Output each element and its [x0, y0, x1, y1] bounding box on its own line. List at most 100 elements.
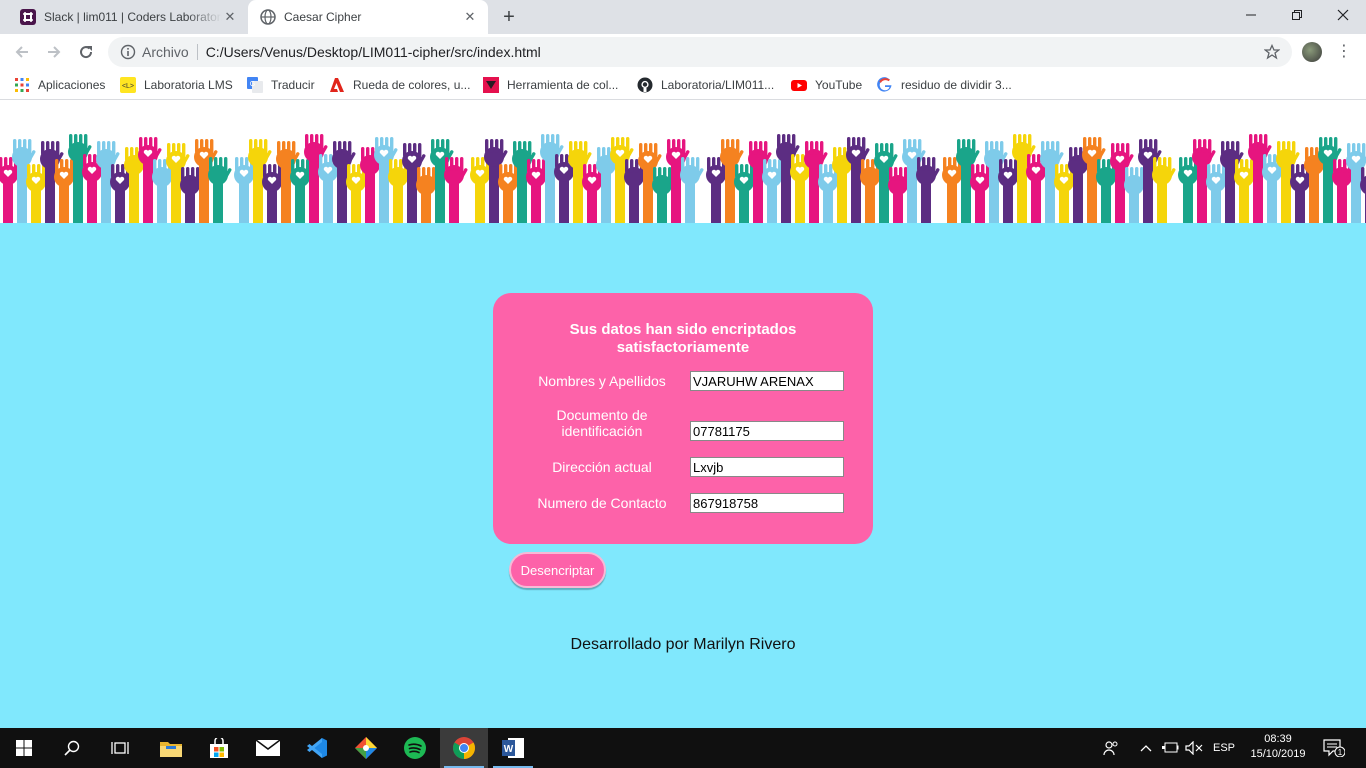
bookmark-label: Rueda de colores, u...	[353, 78, 471, 92]
hand-shape	[916, 157, 940, 223]
clock-time: 08:39	[1264, 733, 1292, 745]
apps-grid-icon	[15, 78, 29, 92]
globe-icon	[260, 9, 276, 25]
bookmark-rueda-colores[interactable]: Rueda de colores, u...	[329, 76, 470, 94]
raised-hands-banner	[0, 101, 1366, 223]
word-icon: W	[502, 738, 524, 758]
laboratoria-icon: <L>	[120, 77, 136, 93]
info-icon[interactable]	[120, 44, 136, 60]
git-icon	[355, 737, 377, 759]
bookmark-github[interactable]: Laboratoria/LIM011...	[637, 76, 774, 94]
bookmark-traducir[interactable]: G Traducir	[247, 76, 315, 94]
google-translate-icon: G	[247, 77, 263, 93]
bookmark-label: Herramienta de col...	[507, 78, 619, 92]
close-window-button[interactable]	[1320, 0, 1366, 30]
task-view-button[interactable]	[96, 728, 144, 768]
url-text[interactable]: C:/Users/Venus/Desktop/LIM011-cipher/src…	[206, 44, 541, 60]
notification-icon: 1	[1323, 739, 1345, 757]
documento-field[interactable]	[690, 421, 844, 441]
power-button[interactable]	[1158, 728, 1182, 768]
hand-shape	[1152, 157, 1176, 223]
word-app[interactable]: W	[489, 728, 537, 768]
bookmark-label: Laboratoria LMS	[144, 78, 233, 92]
action-center-button[interactable]: 1	[1318, 728, 1350, 768]
color-tool-icon	[483, 77, 499, 93]
bookmark-label: YouTube	[815, 78, 863, 92]
chrome-app[interactable]	[440, 728, 488, 768]
browser-toolbar: Archivo C:/Users/Venus/Desktop/LIM011-ci…	[0, 34, 1366, 70]
encrypted-result-card: Sus datos han sido encriptados satisfact…	[493, 293, 873, 544]
reload-icon	[80, 46, 93, 59]
file-explorer-icon	[160, 742, 182, 757]
people-icon	[1103, 741, 1118, 756]
github-icon	[637, 77, 653, 93]
people-button[interactable]	[1098, 728, 1124, 768]
bookmark-label: Aplicaciones	[38, 78, 106, 92]
bookmark-youtube[interactable]: YouTube	[791, 76, 862, 94]
mail-app[interactable]	[244, 728, 292, 768]
decrypt-button[interactable]: Desencriptar	[509, 552, 606, 588]
close-icon	[1337, 9, 1349, 21]
new-tab-button[interactable]: +	[498, 6, 520, 28]
field-label-direccion: Dirección actual	[552, 459, 652, 475]
show-hidden-icons-button[interactable]	[1136, 728, 1156, 768]
windows-taskbar: W ESP 08:39 15/10/2019 1	[0, 728, 1366, 768]
contacto-field[interactable]	[690, 493, 844, 513]
page-content: Sus datos han sido encriptados satisfact…	[0, 101, 1366, 728]
tab-slack[interactable]: Slack | lim011 | Coders Laboratoria ✕	[8, 0, 248, 34]
bookmark-herramienta[interactable]: Herramienta de col...	[483, 76, 618, 94]
volume-muted-icon	[1185, 741, 1203, 755]
windows-logo-icon	[16, 740, 32, 756]
field-label-contacto: Numero de Contacto	[537, 495, 667, 511]
minimize-button[interactable]	[1228, 0, 1274, 30]
chevron-up-icon	[1140, 745, 1152, 752]
tab-strip: Slack | lim011 | Coders Laboratoria ✕ Ca…	[0, 0, 1366, 34]
field-label-nombres: Nombres y Apellidos	[538, 373, 666, 389]
clock-date: 15/10/2019	[1250, 748, 1306, 760]
task-view-icon	[111, 742, 129, 754]
direccion-field[interactable]	[690, 457, 844, 477]
tab-title: Caesar Cipher	[284, 10, 362, 24]
git-app[interactable]	[342, 728, 390, 768]
clock[interactable]: 08:39 15/10/2019	[1244, 732, 1312, 762]
start-button[interactable]	[0, 728, 48, 768]
bookmark-apps[interactable]: Aplicaciones	[14, 76, 105, 94]
youtube-icon	[791, 80, 807, 91]
card-title: Sus datos han sido encriptados satisfact…	[569, 321, 797, 356]
arrow-left-icon	[15, 46, 28, 58]
bookmarks-bar: Aplicaciones <L> Laboratoria LMS G Tradu…	[0, 70, 1366, 100]
svg-text:W: W	[504, 744, 514, 755]
bookmark-laboratoria-lms[interactable]: <L> Laboratoria LMS	[120, 76, 233, 94]
slack-icon	[20, 9, 36, 25]
spotify-app[interactable]	[391, 728, 439, 768]
scheme-label: Archivo	[142, 44, 189, 60]
back-button[interactable]	[8, 38, 36, 66]
spotify-icon	[404, 737, 426, 759]
close-icon[interactable]: ✕	[222, 9, 238, 25]
bookmark-residuo[interactable]: residuo de dividir 3...	[877, 76, 1012, 94]
battery-plug-icon	[1162, 742, 1179, 753]
restore-button[interactable]	[1274, 0, 1320, 30]
search-button[interactable]	[48, 728, 96, 768]
language-indicator[interactable]: ESP	[1208, 728, 1240, 768]
menu-dots-icon[interactable]: ⋮	[1336, 42, 1352, 62]
svg-text:<L>: <L>	[122, 83, 134, 90]
file-explorer-app[interactable]	[147, 728, 195, 768]
store-app[interactable]	[195, 728, 243, 768]
volume-button[interactable]	[1182, 728, 1206, 768]
close-icon[interactable]: ✕	[462, 9, 478, 25]
star-icon[interactable]	[1264, 44, 1280, 60]
hand-shape	[208, 157, 232, 223]
arrow-right-icon	[48, 46, 61, 58]
profile-avatar[interactable]	[1302, 42, 1322, 62]
google-icon	[877, 77, 892, 92]
forward-button[interactable]	[40, 38, 68, 66]
nombres-field[interactable]	[690, 371, 844, 391]
tab-title: Slack | lim011 | Coders Laboratoria	[44, 10, 222, 24]
restore-icon	[1292, 10, 1302, 20]
tab-caesar-cipher[interactable]: Caesar Cipher ✕	[248, 0, 488, 34]
chrome-icon	[453, 737, 475, 759]
reload-button[interactable]	[72, 38, 100, 66]
vscode-app[interactable]	[293, 728, 341, 768]
address-bar[interactable]: Archivo C:/Users/Venus/Desktop/LIM011-ci…	[108, 37, 1292, 67]
